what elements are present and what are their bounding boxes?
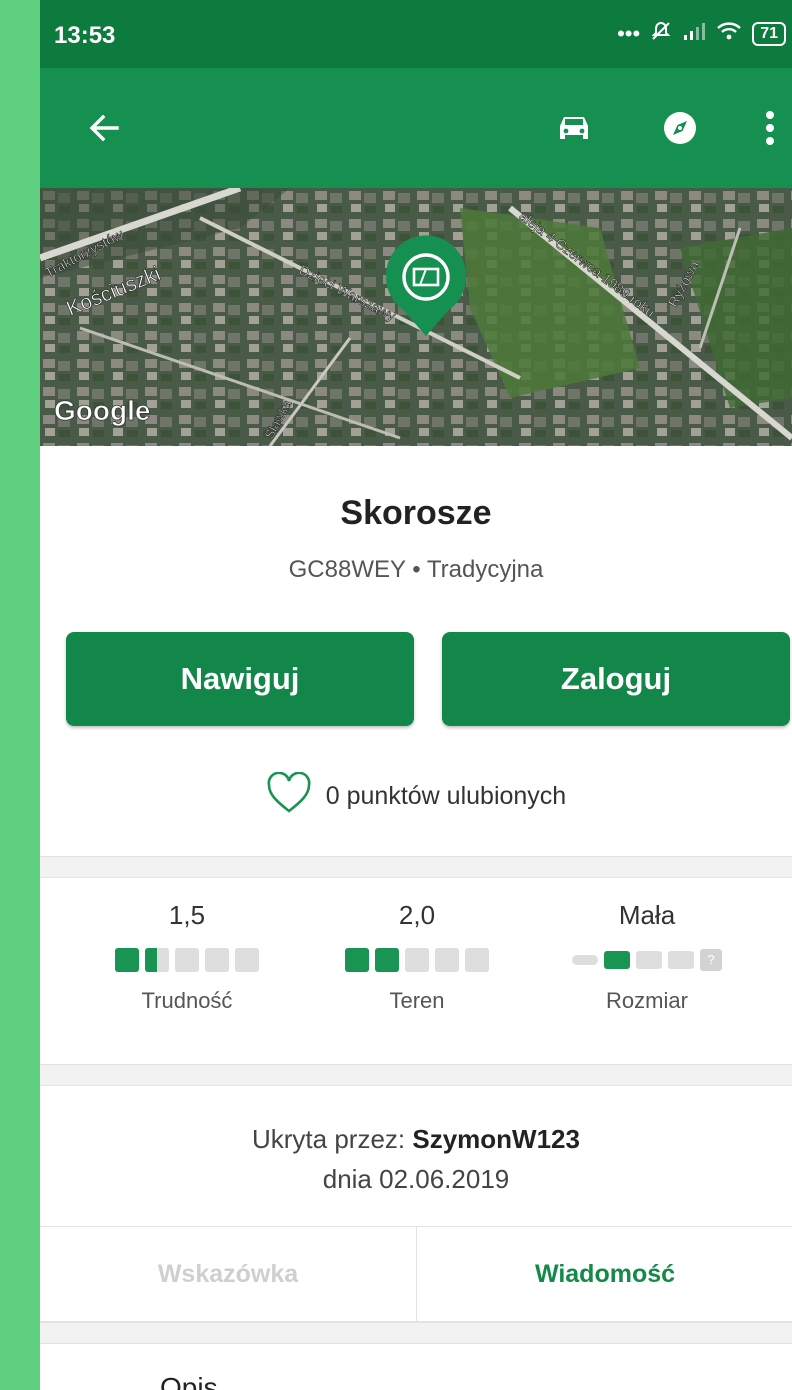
tab-hint[interactable]: Wskazówka	[40, 1227, 416, 1321]
terrain-value: 2,0	[398, 900, 436, 930]
difficulty-step	[115, 948, 139, 972]
hint-message-tabs: Wskazówka Wiadomość	[40, 1226, 792, 1322]
size-stat: Mała ? Rozmiar	[522, 900, 772, 1014]
difficulty-step	[235, 948, 259, 972]
heart-icon[interactable]	[266, 771, 312, 821]
difficulty-step	[145, 948, 169, 972]
app-screen: 13:53 ••• 71 Traktorzystów Kościuszki Dz…	[40, 0, 792, 1390]
difficulty-label: Trudność	[141, 988, 233, 1013]
difficulty-rating	[62, 948, 312, 972]
compass-icon[interactable]	[652, 100, 708, 156]
map-view[interactable]: Traktorzystów Kościuszki Dzieci Warszawy…	[40, 188, 792, 446]
terrain-step	[405, 948, 429, 972]
tab-message[interactable]: Wiadomość	[416, 1227, 792, 1321]
size-rating: ?	[522, 948, 772, 972]
owner-name[interactable]: SzymonW123	[412, 1124, 580, 1154]
size-step-small	[604, 951, 630, 969]
back-arrow-icon[interactable]	[76, 100, 132, 156]
signal-icon	[682, 21, 706, 47]
difficulty-step	[205, 948, 229, 972]
favorites-count: 0 punktów ulubionych	[325, 781, 567, 810]
terrain-rating	[292, 948, 542, 972]
cache-title: Skorosze	[340, 494, 492, 532]
log-button[interactable]: Zaloguj	[442, 632, 790, 726]
size-step-regular	[636, 951, 662, 969]
size-unknown-icon: ?	[700, 949, 722, 971]
size-step-large	[668, 951, 694, 969]
more-vert-icon[interactable]	[742, 100, 792, 156]
terrain-step	[435, 948, 459, 972]
section-divider	[40, 856, 792, 878]
terrain-step	[375, 948, 399, 972]
terrain-label: Teren	[389, 988, 445, 1013]
section-divider	[40, 1064, 792, 1086]
size-label: Rozmiar	[606, 988, 688, 1013]
section-divider	[40, 1322, 792, 1344]
difficulty-value: 1,5	[168, 900, 206, 930]
car-icon[interactable]	[546, 100, 602, 156]
battery-icon: 71	[752, 22, 786, 46]
more-notifications-icon: •••	[617, 21, 641, 46]
size-value: Mała	[618, 900, 676, 930]
navigate-button[interactable]: Nawiguj	[66, 632, 414, 726]
size-step-micro	[572, 955, 598, 965]
difficulty-step	[175, 948, 199, 972]
terrain-stat: 2,0 Teren	[292, 900, 542, 1014]
description-heading: Opis	[160, 1372, 218, 1390]
status-bar: 13:53 ••• 71	[40, 0, 792, 68]
app-bar	[40, 68, 792, 188]
hidden-date: dnia 02.06.2019	[322, 1164, 510, 1194]
hidden-by: Ukryta przez: SzymonW123	[40, 1124, 792, 1155]
status-icons: ••• 71	[617, 20, 786, 48]
terrain-step	[345, 948, 369, 972]
status-time: 13:53	[54, 22, 116, 49]
google-watermark: Google	[54, 395, 150, 426]
cache-code-type: GC88WEY • Tradycyjna	[288, 556, 544, 583]
notifications-muted-icon	[650, 20, 672, 48]
hidden-by-prefix: Ukryta przez:	[252, 1124, 413, 1154]
terrain-step	[465, 948, 489, 972]
difficulty-stat: 1,5 Trudność	[62, 900, 312, 1014]
favorites-row[interactable]: 0 punktów ulubionych	[40, 771, 792, 821]
wifi-icon	[716, 21, 742, 47]
